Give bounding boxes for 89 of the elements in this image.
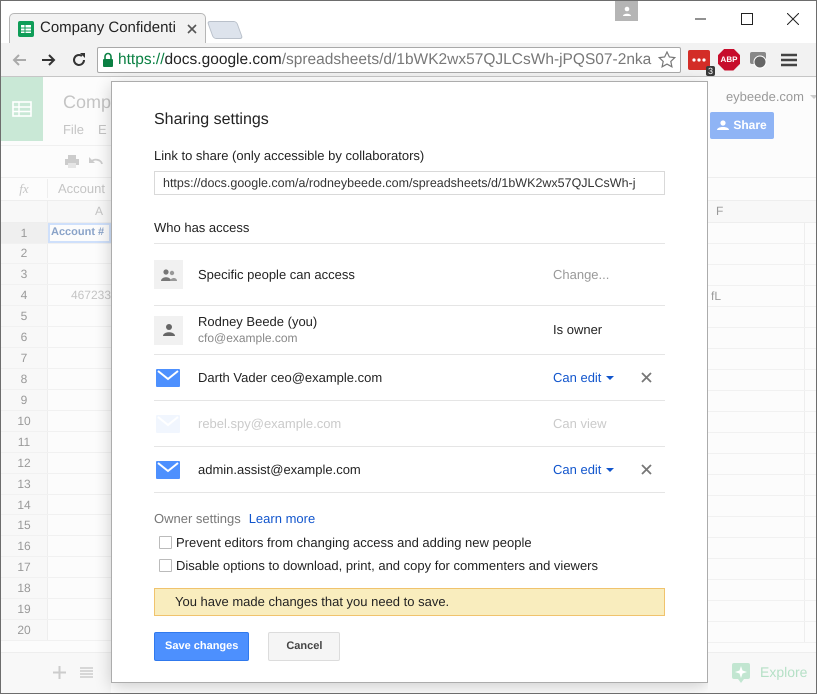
close-icon: [787, 13, 799, 25]
browser-tab[interactable]: Company Confidenti: [9, 13, 206, 43]
cancel-button[interactable]: Cancel: [268, 632, 340, 660]
row-number: 19: [17, 601, 31, 618]
forward-icon: [41, 52, 57, 68]
close-icon: [641, 372, 652, 382]
address-bar[interactable]: https://docs.google.com/spreadsheets/d/1bWK2wx57QJLCsWh-jPQS07-2nka: [97, 46, 681, 72]
link-field[interactable]: https://docs.google.com/a/rodneybeede.com/spreadsheets/d/1bWK2wx57QJLCsWh-j: [154, 170, 665, 194]
cell-text: fL: [711, 288, 722, 305]
spreadsheet-icon: [18, 20, 34, 36]
caret-icon[interactable]: [810, 94, 816, 99]
row-number: 16: [17, 538, 31, 556]
remove-button[interactable]: [641, 372, 653, 384]
menu-icon[interactable]: [781, 52, 797, 66]
row-number: 5: [20, 308, 28, 326]
owner-settings-label: Owner settings: [154, 510, 241, 528]
option-label: Disable options to download, print, and copy for commenters and viewers: [176, 557, 598, 575]
print-icon[interactable]: [65, 154, 79, 168]
cell-text: 467233: [70, 287, 111, 304]
row-number: 20: [17, 622, 31, 640]
lock-icon: [102, 52, 114, 67]
envelope-icon: [156, 368, 180, 386]
profile-button[interactable]: [615, 1, 638, 21]
app-logo[interactable]: [1, 77, 43, 141]
star-icon[interactable]: [658, 50, 676, 68]
learn-more-link[interactable]: Learn more: [248, 509, 316, 528]
row-number: 6: [20, 329, 28, 346]
explore-icon[interactable]: [732, 662, 750, 683]
checkbox[interactable]: [159, 559, 172, 572]
password-extension-button[interactable]: [688, 50, 710, 70]
person-icon: [622, 6, 632, 16]
save-button[interactable]: Save changes: [154, 632, 250, 660]
role-dropdown[interactable]: Can edit: [553, 368, 614, 388]
role-label: Is owner: [553, 322, 602, 338]
row-number: 1: [20, 224, 28, 242]
tab-title: Company Confidenti: [40, 18, 177, 38]
row-number: 15: [17, 517, 31, 534]
adblock-button[interactable]: ABP: [718, 48, 740, 70]
formula-label: fx: [1, 178, 48, 198]
row-number: 18: [17, 580, 31, 598]
row-number: 7: [20, 350, 28, 368]
remove-button[interactable]: [641, 464, 653, 476]
close-icon: [641, 464, 652, 474]
formula-value: Account: [57, 180, 105, 198]
section-heading: Who has access: [154, 218, 665, 244]
row-number: 10: [17, 412, 31, 430]
extension-badge: 3: [706, 66, 715, 76]
checkbox[interactable]: [159, 536, 172, 549]
caret-icon: [606, 468, 614, 472]
reload-icon: [71, 52, 87, 68]
maximize-icon: [741, 13, 753, 25]
account-email: eybeede.com: [726, 88, 804, 106]
person-icon: [154, 316, 183, 344]
new-tab-button[interactable]: [206, 21, 244, 39]
collaborator-name: Darth Vader ceo@example.com: [198, 370, 384, 386]
back-icon: [11, 52, 27, 68]
row-number: 9: [20, 392, 28, 409]
people-icon: [154, 260, 183, 289]
row-number: 4: [20, 287, 28, 304]
cell-text: Account #: [51, 225, 104, 240]
access-setting: Specific people can access: [198, 266, 356, 282]
collaborator-email: cfo@example.com: [198, 330, 299, 346]
role-dropdown[interactable]: Can edit: [553, 460, 614, 480]
undo-icon[interactable]: [89, 156, 103, 166]
cast-extension-icon[interactable]: [749, 50, 769, 68]
row-number: 12: [17, 454, 31, 472]
person-icon: [717, 120, 730, 130]
link-label: Link to share (only accessible by collaborators): [154, 147, 426, 165]
caret-icon: [606, 376, 614, 380]
row-number: 14: [17, 496, 31, 514]
option-label: Prevent editors from changing access and adding new people: [176, 534, 532, 552]
collaborator-name: admin.assist@example.com: [198, 462, 362, 478]
row-number: 8: [20, 370, 28, 388]
dialog-title: Sharing settings: [154, 110, 270, 130]
dots-icon: [692, 58, 706, 62]
column-header: F: [716, 203, 724, 220]
collaborator-name: Rodney Beede (you): [198, 314, 318, 330]
row-number: 11: [18, 434, 30, 451]
row-number: 3: [20, 266, 28, 284]
row-number: 2: [20, 245, 28, 262]
close-icon[interactable]: [187, 24, 197, 34]
unsaved-changes-notice: You have made changes that you need to save.: [154, 588, 665, 616]
row-number: 17: [17, 559, 31, 576]
row-number: 13: [17, 476, 31, 493]
grid-icon: [12, 101, 32, 117]
url-text: https://docs.google.com/spreadsheets/d/1bWK2wx57QJLCsWh-jPQS07-2nka: [118, 50, 652, 70]
plus-icon[interactable]: [53, 666, 66, 680]
envelope-icon: [156, 460, 180, 478]
list-icon[interactable]: [80, 667, 93, 678]
